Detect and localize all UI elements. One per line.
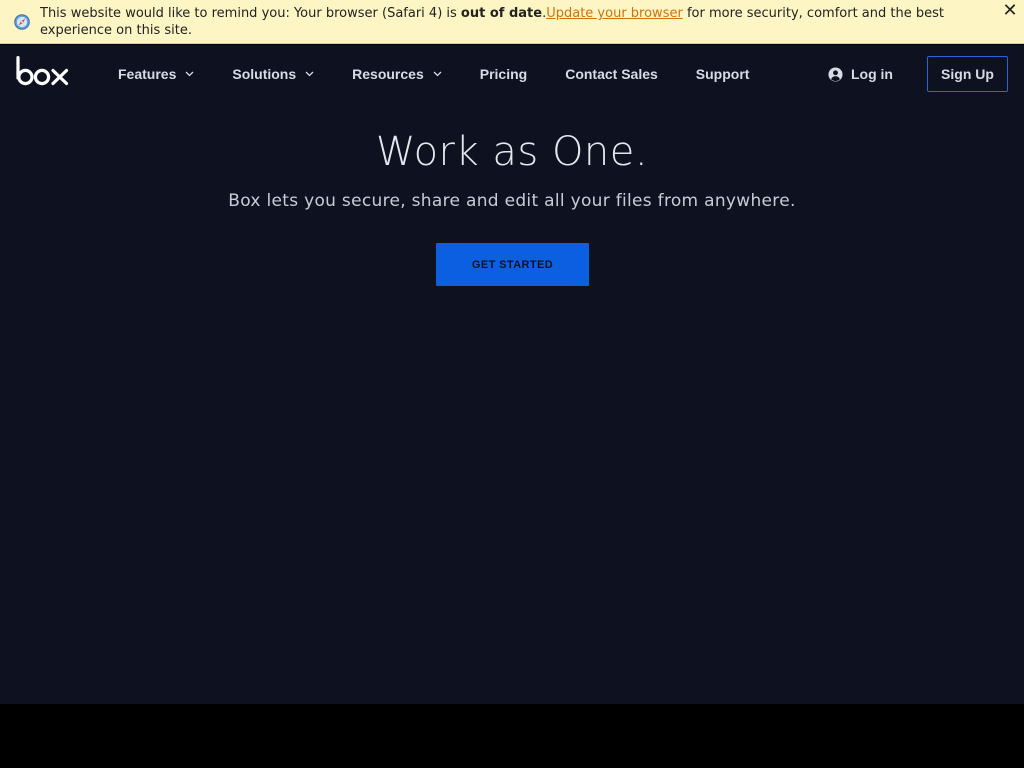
main-nav: Features Solutions Resources Pricing Con… — [118, 45, 787, 103]
banner-close-button[interactable]: ✕ — [1000, 1, 1020, 21]
nav-contact-sales[interactable]: Contact Sales — [565, 45, 658, 103]
login-link[interactable]: Log in — [828, 45, 893, 103]
nav-features-label: Features — [118, 66, 177, 82]
nav-solutions[interactable]: Solutions — [232, 45, 314, 103]
user-circle-icon — [828, 66, 843, 82]
sign-up-button[interactable]: Sign Up — [927, 56, 1008, 92]
nav-support[interactable]: Support — [696, 45, 750, 103]
banner-message: This website would like to remind you: Y… — [40, 5, 990, 39]
close-icon: ✕ — [1002, 0, 1018, 21]
chevron-down-icon — [305, 71, 314, 77]
get-started-button[interactable]: GET STARTED — [436, 243, 589, 286]
outdated-browser-banner: This website would like to remind you: Y… — [0, 0, 1024, 44]
banner-text-bold: out of date — [460, 6, 543, 21]
hero-subtitle: Box lets you secure, share and edit all … — [228, 191, 796, 211]
nav-features[interactable]: Features — [118, 45, 194, 103]
nav-resources[interactable]: Resources — [352, 45, 442, 103]
chevron-down-icon — [433, 71, 442, 77]
page: This website would like to remind you: Y… — [0, 0, 1024, 768]
safari-compass-icon — [14, 14, 30, 30]
update-browser-link[interactable]: Update your browser — [546, 6, 683, 21]
box-logo[interactable] — [16, 56, 70, 86]
banner-text-before: This website would like to remind you: Y… — [40, 6, 461, 21]
hero-title: Work as One. — [375, 129, 649, 175]
chevron-down-icon — [185, 71, 194, 77]
nav-solutions-label: Solutions — [232, 66, 297, 82]
nav-resources-label: Resources — [352, 66, 424, 82]
main-section: Features Solutions Resources Pricing Con… — [0, 45, 1024, 704]
nav-pricing[interactable]: Pricing — [480, 45, 527, 103]
login-label: Log in — [851, 66, 893, 82]
footer-band — [0, 704, 1024, 768]
